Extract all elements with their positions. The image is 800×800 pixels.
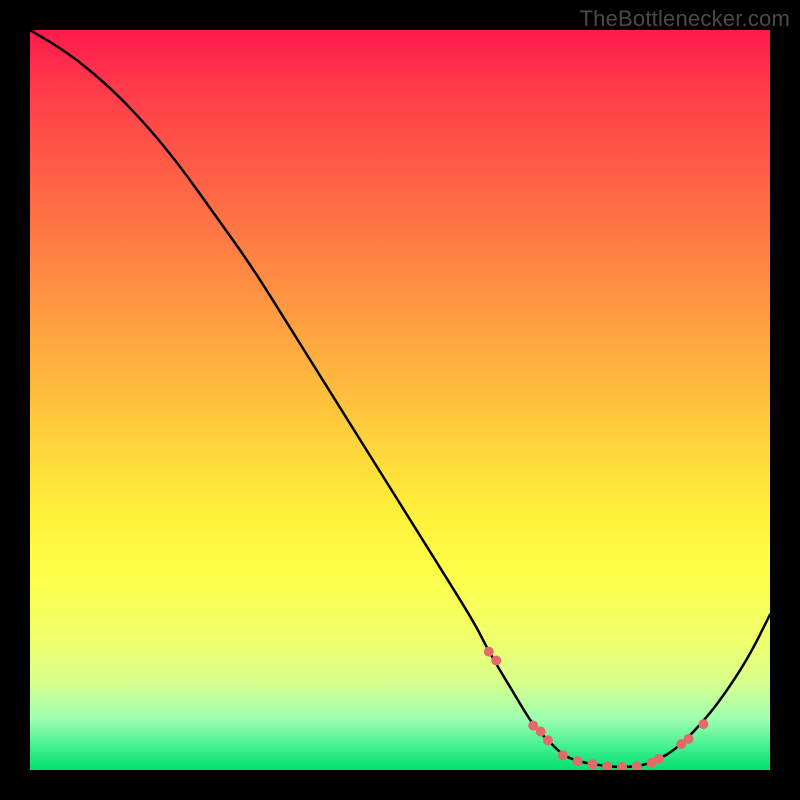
chart-frame <box>30 30 770 770</box>
watermark-text: TheBottlenecker.com <box>580 6 790 32</box>
heat-gradient <box>30 30 770 770</box>
plot-area <box>30 30 770 770</box>
